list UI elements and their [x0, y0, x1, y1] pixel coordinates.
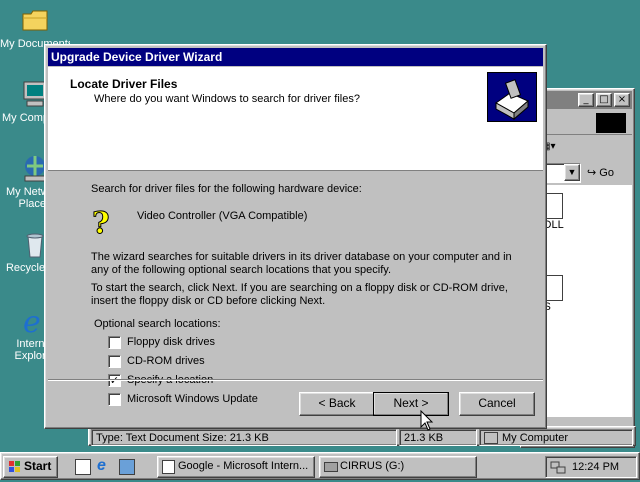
status-size: 21.3 KB — [399, 429, 477, 446]
windows-update-checkbox[interactable] — [108, 393, 121, 406]
para1-line2: any of the following optional search loc… — [91, 264, 392, 276]
upgrade-driver-wizard-dialog[interactable]: Upgrade Device Driver Wizard Locate Driv… — [44, 44, 547, 429]
option-label: CD-ROM drives — [127, 355, 205, 367]
go-label: Go — [599, 167, 614, 179]
windows-logo-icon — [596, 113, 626, 133]
taskbar-button-label: Google - Microsoft Intern... — [178, 460, 309, 472]
back-button[interactable]: < Back — [299, 392, 375, 416]
optional-locations-label: Optional search locations: — [94, 318, 221, 330]
wizard-header: Locate Driver Files Where do you want Wi… — [48, 67, 543, 171]
taskbar-button-cirrus[interactable]: CIRRUS (G:) — [319, 456, 477, 478]
hardware-wizard-icon — [487, 72, 537, 122]
system-tray: 12:24 PM — [545, 456, 637, 478]
question-mark-icon: ? — [90, 205, 120, 242]
background-status-bar: Type: Text Document Size: 21.3 KB 21.3 K… — [88, 426, 636, 446]
header-subtitle: Where do you want Windows to search for … — [94, 93, 360, 105]
cdrom-checkbox[interactable] — [108, 355, 121, 368]
option-label: Microsoft Windows Update — [127, 393, 258, 405]
svg-text:?: ? — [92, 206, 110, 237]
drive-icon — [324, 462, 338, 472]
intro-text: Search for driver files for the followin… — [91, 183, 362, 195]
para1-line1: The wizard searches for suitable drivers… — [91, 251, 512, 263]
go-button[interactable]: ↪ Go — [587, 165, 627, 183]
channels-icon[interactable] — [119, 459, 135, 475]
taskbar-button-google[interactable]: Google - Microsoft Intern... — [157, 456, 315, 478]
status-zone-label: My Computer — [502, 432, 569, 444]
para2-line2: insert the floppy disk or CD before clic… — [91, 295, 326, 307]
status-zone: My Computer — [479, 429, 633, 446]
close-button[interactable]: × — [614, 93, 630, 107]
header-title: Locate Driver Files — [70, 77, 178, 91]
show-desktop-icon[interactable] — [75, 459, 91, 475]
go-arrow-icon: ↪ — [587, 166, 597, 179]
svg-text:e: e — [23, 305, 41, 336]
floppy-checkbox[interactable] — [108, 336, 121, 349]
dialog-titlebar[interactable]: Upgrade Device Driver Wizard — [48, 48, 543, 66]
ie-quicklaunch-icon[interactable]: e — [97, 458, 113, 475]
maximize-button[interactable]: □ — [596, 93, 612, 107]
taskbar: Start e Google - Microsoft Intern... CIR… — [0, 452, 640, 480]
my-computer-small-icon — [484, 432, 498, 444]
button-separator — [48, 379, 543, 381]
windows-flag-icon — [8, 460, 22, 474]
option-label: Floppy disk drives — [127, 336, 216, 348]
ie-page-icon — [162, 460, 175, 474]
next-button[interactable]: Next > — [373, 392, 449, 416]
para2-line1: To start the search, click Next. If you … — [91, 282, 508, 294]
status-type-size: Type: Text Document Size: 21.3 KB — [91, 429, 397, 446]
minimize-button[interactable]: _ — [578, 93, 594, 107]
address-dropdown-button[interactable]: ▼ — [564, 164, 580, 181]
clock[interactable]: 12:24 PM — [572, 461, 619, 473]
cancel-button[interactable]: Cancel — [459, 392, 535, 416]
dialog-title: Upgrade Device Driver Wizard — [51, 50, 223, 64]
device-name: Video Controller (VGA Compatible) — [137, 210, 308, 222]
network-tray-icon[interactable] — [550, 459, 566, 475]
start-label: Start — [24, 459, 52, 473]
folder-icon — [19, 4, 51, 36]
wizard-body: Search for driver files for the followin… — [48, 173, 543, 406]
mouse-cursor-icon — [420, 409, 434, 432]
start-button[interactable]: Start — [3, 456, 58, 478]
taskbar-button-label: CIRRUS (G:) — [340, 460, 405, 472]
